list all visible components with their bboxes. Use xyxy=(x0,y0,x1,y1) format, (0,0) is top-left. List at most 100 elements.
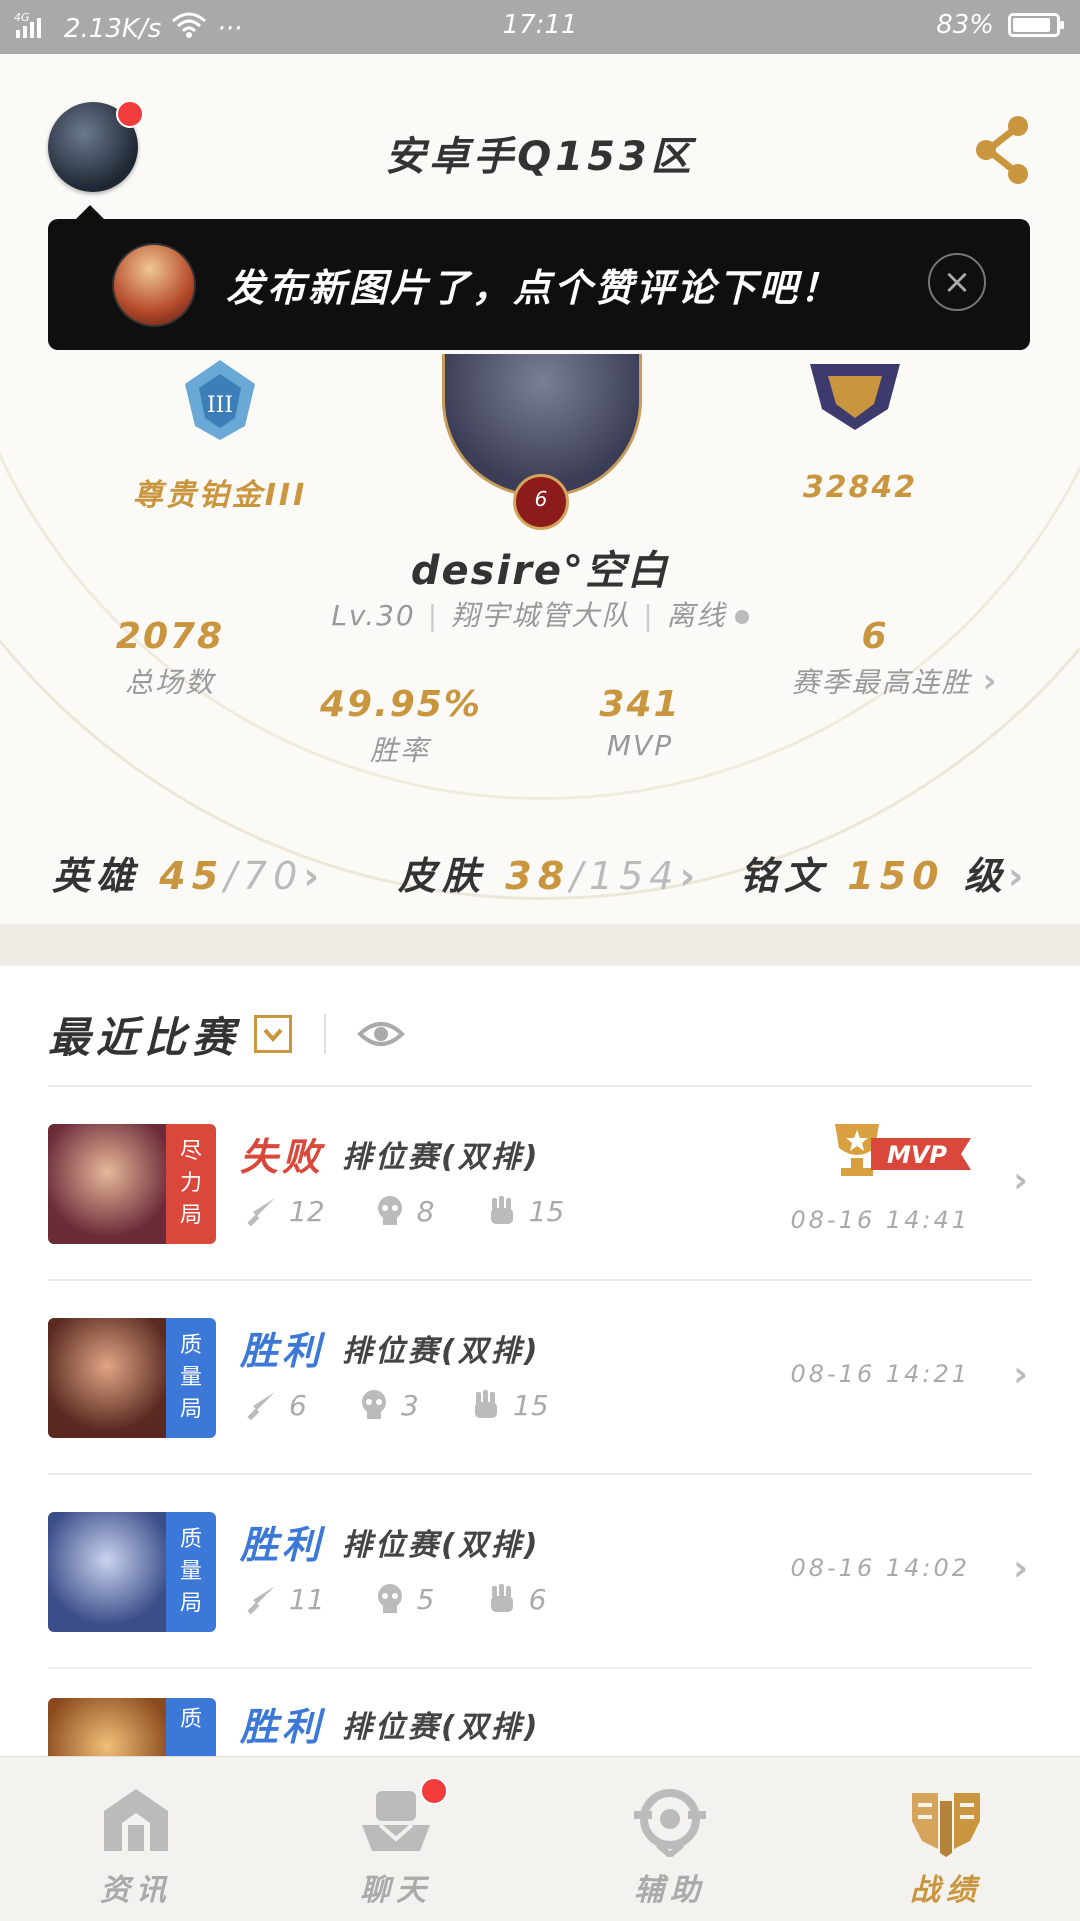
status-dot xyxy=(734,610,749,624)
runes-collection[interactable]: 铭文 150 级› xyxy=(740,845,1030,900)
kda-stats: 6 3 15 xyxy=(245,1388,597,1422)
hero-portrait xyxy=(48,1318,166,1438)
deaths: 3 xyxy=(401,1388,419,1422)
hero-thumbnail: 质量局 xyxy=(48,1318,216,1438)
hero-thumbnail: 质 xyxy=(48,1698,216,1756)
matches-header: 最近比赛 xyxy=(48,994,406,1074)
stat-label: 胜率 xyxy=(369,734,430,767)
friend-avatar xyxy=(112,243,196,327)
collection-owned: 38 xyxy=(505,854,571,898)
deaths: 5 xyxy=(416,1582,435,1616)
nav-assist[interactable]: 辅助 xyxy=(570,1785,770,1909)
stat-max-streak[interactable]: 6 赛季最高连胜 › xyxy=(760,616,1030,701)
assist-hand-icon xyxy=(490,1584,513,1612)
match-row[interactable]: 质量局 胜利 排位赛(双排) 11 5 6 08-16 14:02 › xyxy=(0,1474,1080,1666)
collection-total: 70 xyxy=(242,854,304,898)
section-divider xyxy=(0,924,1080,966)
kills: 6 xyxy=(289,1388,307,1422)
bottom-nav: 资讯 聊天 辅助 战绩 xyxy=(0,1756,1080,1921)
battery-icon xyxy=(1008,13,1064,37)
close-icon[interactable]: × xyxy=(928,253,986,311)
stat-label: 赛季最高连胜 › xyxy=(791,661,999,701)
match-mode: 排位赛(双排) xyxy=(342,1140,541,1175)
stat-value: 341 xyxy=(599,684,681,725)
hero-thumbnail: 质量局 xyxy=(48,1512,216,1632)
match-tag: 质 xyxy=(166,1698,216,1756)
chevron-right-icon: › xyxy=(303,854,325,898)
svg-text:MVP: MVP xyxy=(887,1141,947,1169)
skull-icon xyxy=(362,1390,386,1419)
nav-chat[interactable]: 聊天 xyxy=(296,1777,496,1909)
chat-icon xyxy=(358,1777,448,1857)
nav-label: 资讯 xyxy=(100,1873,172,1908)
collection-bar: 英雄 45/70› 皮肤 38/154› 铭文 150 级› xyxy=(0,815,1080,925)
skull-icon xyxy=(377,1196,402,1225)
stat-mvp: 341 MVP xyxy=(580,684,700,762)
nav-label: 战绩 xyxy=(910,1873,982,1908)
rune-level: 150 xyxy=(847,854,945,898)
chevron-right-icon: › xyxy=(679,854,702,898)
chevron-right-icon: › xyxy=(1013,1548,1028,1589)
match-time: 08-16 14:41 xyxy=(790,1206,970,1234)
stat-value: 6 xyxy=(861,616,889,657)
hero-portrait xyxy=(48,1512,166,1632)
nav-record[interactable]: 战绩 xyxy=(846,1785,1046,1909)
skull-icon xyxy=(377,1584,402,1613)
rank-label: 尊贵铂金III xyxy=(132,478,308,513)
chevron-right-icon: › xyxy=(1013,1354,1028,1395)
assists: 15 xyxy=(528,1194,565,1228)
record-icon xyxy=(908,1785,984,1857)
news-icon xyxy=(98,1785,174,1857)
filter-dropdown-icon[interactable] xyxy=(254,1015,293,1053)
hero-portrait xyxy=(48,1124,166,1244)
level-badge: 6 xyxy=(513,474,569,530)
assists: 6 xyxy=(528,1582,547,1616)
score-emblem-icon[interactable] xyxy=(800,354,910,434)
match-result: 失败 xyxy=(240,1135,325,1179)
nav-label: 辅助 xyxy=(634,1873,706,1908)
stat-win-rate: 49.95% 胜率 xyxy=(320,684,480,769)
assists: 15 xyxy=(513,1388,549,1422)
match-result: 胜利 xyxy=(240,1705,325,1749)
match-mode: 排位赛(双排) xyxy=(342,1334,541,1369)
match-time: 08-16 14:02 xyxy=(790,1554,970,1582)
recent-matches: 最近比赛 尽力局 失败 排位赛(双排) 12 8 15 MVP 08-16 14… xyxy=(0,966,1080,1756)
team-name[interactable]: 翔宇城管大队 xyxy=(451,599,631,632)
assist-icon xyxy=(632,1785,708,1859)
assist-hand-icon xyxy=(475,1390,497,1418)
mvp-badge-icon: MVP xyxy=(825,1118,975,1184)
match-mode: 排位赛(双排) xyxy=(342,1528,541,1563)
nav-news[interactable]: 资讯 xyxy=(36,1785,236,1909)
match-row[interactable]: 质量局 胜利 排位赛(双排) 6 3 15 08-16 14:21 › xyxy=(0,1280,1080,1472)
clock: 17:11 xyxy=(502,10,578,40)
collection-label: 英雄 xyxy=(52,854,141,898)
status-bar: 4G 2.13K/s ··· 17:11 83% xyxy=(0,0,1080,54)
skins-collection[interactable]: 皮肤 38/154› xyxy=(398,845,701,900)
match-tag: 质量局 xyxy=(166,1318,216,1438)
stat-value: 2078 xyxy=(115,616,225,657)
heroes-collection[interactable]: 英雄 45/70› xyxy=(52,845,325,900)
score-value: 32842 xyxy=(802,470,918,505)
hero-portrait xyxy=(48,1698,166,1756)
eye-icon[interactable] xyxy=(356,1014,406,1054)
match-time: 08-16 14:21 xyxy=(790,1360,970,1388)
svg-text:III: III xyxy=(207,393,233,418)
match-row[interactable]: 质 胜利 排位赛(双排) xyxy=(0,1668,1080,1756)
online-status: 离线 xyxy=(666,599,727,632)
collection-label: 皮肤 xyxy=(398,854,487,898)
kills: 12 xyxy=(289,1194,325,1228)
rank-emblem-icon[interactable]: III xyxy=(175,354,265,444)
notification-tooltip[interactable]: 发布新图片了，点个赞评论下吧！ × xyxy=(48,205,1030,350)
sword-icon xyxy=(247,1392,275,1421)
hero-thumbnail: 尽力局 xyxy=(48,1124,216,1244)
match-row[interactable]: 尽力局 失败 排位赛(双排) 12 8 15 MVP 08-16 14:41 › xyxy=(0,1086,1080,1278)
stat-label: 总场数 xyxy=(124,666,215,699)
kills: 11 xyxy=(289,1582,325,1616)
chevron-right-icon: › xyxy=(1007,854,1030,898)
header-separator xyxy=(324,1014,327,1054)
chevron-right-icon: › xyxy=(1013,1160,1028,1201)
match-tag: 质量局 xyxy=(166,1512,216,1632)
kda-stats: 12 8 15 xyxy=(245,1194,612,1228)
share-icon[interactable] xyxy=(972,114,1032,184)
tooltip-arrow xyxy=(76,205,104,219)
